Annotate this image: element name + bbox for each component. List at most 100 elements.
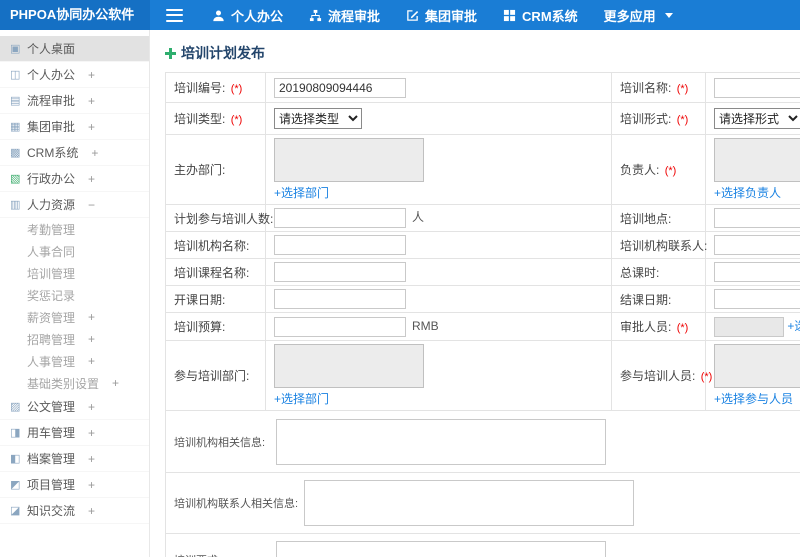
form-row: 开课日期: 结课日期: (165, 285, 800, 313)
form-row: 培训类型: (*) 请选择类型 培训形式: (*) 请选择形式 (165, 102, 800, 135)
label-planned-count: 计划参与培训人数: (*) (165, 204, 290, 232)
topbar: PHPOA协同办公软件 个人办公 流程审批 集团审批 CRM系统 更多应用 (0, 0, 800, 30)
plus-icon (165, 47, 176, 59)
label-requirement: 培训要求: (174, 552, 270, 557)
label-host-dept: 主办部门: (165, 134, 266, 205)
sidebar-item-hr[interactable]: ▥ 人力资源 − (0, 192, 149, 218)
car-icon: ◨ (10, 427, 21, 439)
caret-down-icon (664, 12, 673, 18)
planned-count-input[interactable] (274, 208, 406, 228)
main-content: 培训计划发布 培训编号: (*) 培训名称: (*) 培训类型: (*) 请选择… (151, 30, 800, 557)
chat-icon: ◪ (10, 505, 21, 517)
sidebar-subitem-salary[interactable]: 薪资管理 + (0, 306, 149, 328)
course-name-input[interactable] (274, 262, 406, 282)
edit-icon: ▦ (10, 121, 21, 133)
org-name-input[interactable] (274, 235, 406, 255)
label-org-name: 培训机构名称: (165, 231, 266, 259)
label-leader: 负责人: (*) (611, 134, 706, 205)
sidebar-subitem-attendance[interactable]: 考勤管理 (0, 218, 149, 240)
label-training-form: 培训形式: (*) (611, 102, 706, 135)
sidebar-item-document[interactable]: ▨ 公文管理 + (0, 394, 149, 420)
select-leader-link[interactable]: +选择负责人 (714, 184, 781, 201)
requirement-textarea[interactable] (276, 541, 606, 557)
label-org-info: 培训机构相关信息: (174, 436, 266, 449)
sidebar-item-group-approval[interactable]: ▦ 集团审批 + (0, 114, 149, 140)
form-row: 主办部门: +选择部门 负责人: (*) +选择负责人 (165, 134, 800, 205)
total-hours-input[interactable] (714, 262, 800, 282)
select-approver-link[interactable]: +选择审批人 (787, 319, 800, 333)
training-plan-form: 培训编号: (*) 培训名称: (*) 培训类型: (*) 请选择类型 培训形式… (165, 72, 800, 557)
nav-personal-office[interactable]: 个人办公 (199, 0, 296, 30)
form-row: 培训机构名称: 培训机构联系人: (165, 231, 800, 259)
select-join-people-link[interactable]: +选择参与人员 (714, 390, 793, 407)
sidebar-subitem-reward[interactable]: 奖惩记录 (0, 284, 149, 306)
sidebar-subitem-hr-contract[interactable]: 人事合同 (0, 240, 149, 262)
doc-icon: ▨ (10, 401, 21, 413)
flow-icon: ▤ (10, 95, 21, 107)
label-location: 培训地点: (611, 204, 706, 232)
sidebar-item-personal-office[interactable]: ◫ 个人办公 + (0, 62, 149, 88)
sidebar-item-admin-office[interactable]: ▧ 行政办公 + (0, 166, 149, 192)
folder-icon: ◧ (10, 453, 21, 465)
label-start-date: 开课日期: (165, 285, 266, 313)
label-approver: 审批人员: (*) (611, 312, 706, 341)
sidebar-item-crm[interactable]: ▩ CRM系统 + (0, 140, 149, 166)
label-end-date: 结课日期: (611, 285, 706, 313)
sidebar-item-project[interactable]: ◩ 项目管理 + (0, 472, 149, 498)
org-contact-info-textarea[interactable] (304, 480, 635, 526)
label-training-no: 培训编号: (*) (165, 72, 266, 103)
people-icon: ▥ (10, 199, 21, 211)
sidebar-subitem-category-settings[interactable]: 基础类别设置 + (0, 372, 149, 394)
label-org-contact: 培训机构联系人: (611, 231, 707, 259)
form-row: 培训预算: RMB 审批人员: (*) +选择审批人 (165, 312, 800, 341)
training-name-input[interactable] (714, 77, 800, 98)
leader-textarea[interactable] (714, 138, 800, 182)
grid-icon: ▩ (10, 147, 21, 159)
building-icon: ▧ (10, 173, 21, 185)
form-row: 培训编号: (*) 培训名称: (*) (165, 72, 800, 103)
org-contact-input[interactable] (714, 235, 800, 255)
sidebar-item-workflow[interactable]: ▤ 流程审批 + (0, 88, 149, 114)
nav-crm[interactable]: CRM系统 (490, 0, 591, 30)
sidebar-item-knowledge[interactable]: ◪ 知识交流 + (0, 498, 149, 524)
sidebar: ▣ 个人桌面 ◫ 个人办公 + ▤ 流程审批 + ▦ 集团审批 + ▩ CRM系… (0, 30, 150, 557)
training-form-select[interactable]: 请选择形式 (714, 108, 800, 129)
location-input[interactable] (714, 208, 800, 228)
sidebar-subitem-training[interactable]: 培训管理 (0, 262, 149, 284)
user-icon: ◫ (10, 69, 21, 81)
label-budget: 培训预算: (165, 312, 266, 341)
select-join-dept-link[interactable]: +选择部门 (274, 390, 329, 407)
nav-workflow-approval[interactable]: 流程审批 (296, 0, 393, 30)
sidebar-item-desktop[interactable]: ▣ 个人桌面 (0, 36, 149, 62)
form-row: 计划参与培训人数: (*) 人 培训地点: (165, 204, 800, 232)
sidebar-subitem-personnel[interactable]: 人事管理 + (0, 350, 149, 372)
approval-edit-icon (406, 9, 419, 22)
end-date-input[interactable] (714, 289, 800, 309)
app-logo: PHPOA协同办公软件 (0, 0, 150, 30)
menu-toggle-icon[interactable] (166, 8, 183, 22)
top-nav: 个人办公 流程审批 集团审批 CRM系统 更多应用 (199, 0, 686, 30)
page-header: 培训计划发布 (151, 30, 800, 72)
approver-input[interactable] (714, 316, 784, 337)
label-training-type: 培训类型: (*) (165, 102, 266, 135)
label-org-contact-info: 培训机构联系人相关信息: (174, 498, 299, 510)
flow-icon (309, 9, 322, 22)
sidebar-subitem-recruit[interactable]: 招聘管理 + (0, 328, 149, 350)
select-dept-link[interactable]: +选择部门 (274, 184, 329, 201)
org-info-textarea[interactable] (276, 418, 606, 465)
training-no-input[interactable] (274, 77, 406, 98)
join-people-textarea[interactable] (714, 344, 800, 388)
nav-more-apps[interactable]: 更多应用 (591, 0, 686, 30)
sidebar-item-archive[interactable]: ◧ 档案管理 + (0, 446, 149, 472)
start-date-input[interactable] (274, 289, 406, 309)
nav-group-approval[interactable]: 集团审批 (393, 0, 490, 30)
sidebar-item-vehicle[interactable]: ◨ 用车管理 + (0, 420, 149, 446)
form-row: 培训课程名称: 总课时: (165, 258, 800, 286)
training-type-select[interactable]: 请选择类型 (274, 108, 362, 129)
budget-input[interactable] (274, 316, 406, 337)
join-dept-textarea[interactable] (274, 344, 424, 388)
host-dept-textarea[interactable] (274, 138, 424, 182)
user-icon (212, 9, 225, 22)
label-training-name: 培训名称: (*) (611, 72, 706, 103)
form-row: 培训机构相关信息: (165, 410, 800, 473)
